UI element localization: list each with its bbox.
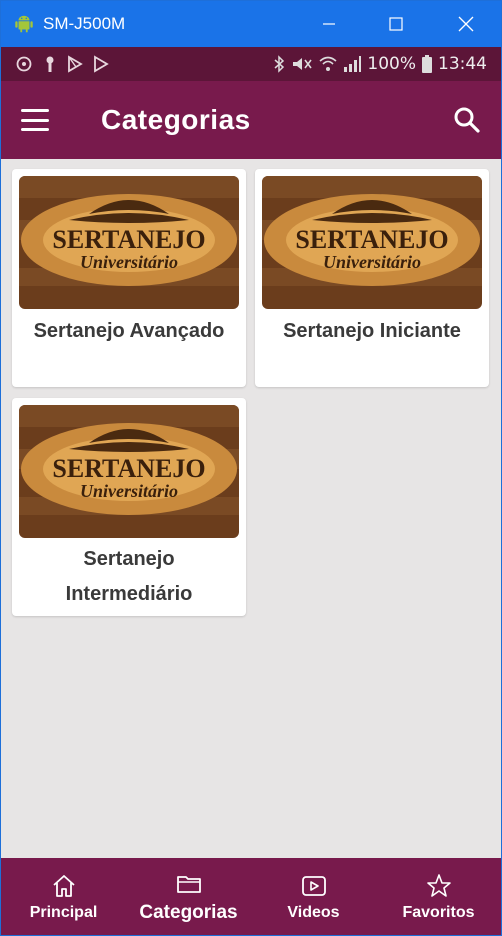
category-image: SERTANEJO Universitário bbox=[262, 176, 482, 309]
menu-icon-line bbox=[21, 109, 49, 112]
bluetooth-icon bbox=[274, 55, 285, 73]
category-label-line1: Sertanejo bbox=[83, 548, 175, 570]
category-grid: SERTANEJO Universitário Sertanejo Avança… bbox=[1, 159, 501, 858]
menu-icon-line bbox=[21, 128, 49, 131]
category-card[interactable]: SERTANEJO Universitário Sertanejo Avança… bbox=[12, 169, 246, 387]
menu-button[interactable] bbox=[21, 109, 49, 131]
window-titlebar: SM-J500M bbox=[1, 1, 501, 47]
close-button[interactable] bbox=[435, 1, 497, 47]
image-line1: SERTANEJO bbox=[52, 225, 205, 254]
category-label: Sertanejo Iniciante bbox=[283, 320, 461, 342]
video-icon bbox=[301, 875, 326, 896]
category-image: SERTANEJO Universitário bbox=[19, 405, 239, 538]
emulator-window: SM-J500M 100% 13:44 Categorias SERTANEJO… bbox=[0, 0, 502, 936]
wifi-icon bbox=[319, 56, 337, 71]
clock: 13:44 bbox=[438, 54, 487, 74]
image-line2: Universitário bbox=[323, 252, 421, 272]
nav-videos[interactable]: Videos bbox=[251, 858, 376, 935]
nav-label: Principal bbox=[29, 903, 98, 921]
category-image: SERTANEJO Universitário bbox=[19, 176, 239, 309]
close-icon bbox=[458, 16, 474, 32]
folder-icon bbox=[176, 875, 201, 893]
category-label-line2: Intermediário bbox=[65, 583, 193, 605]
nav-label: Favoritos bbox=[402, 903, 475, 921]
category-card[interactable]: SERTANEJO Universitário Sertanejo Interm… bbox=[12, 398, 246, 616]
minimize-icon bbox=[323, 23, 335, 25]
nav-categorias[interactable]: Categorias bbox=[126, 858, 251, 935]
key-icon bbox=[46, 56, 54, 72]
menu-icon-line bbox=[21, 118, 49, 122]
maximize-button[interactable] bbox=[365, 1, 427, 47]
battery-percent: 100% bbox=[367, 54, 416, 74]
nav-favoritos[interactable]: Favoritos bbox=[376, 858, 501, 935]
play-icon bbox=[94, 55, 109, 73]
app-bar: Categorias bbox=[1, 81, 501, 159]
nav-label: Videos bbox=[287, 903, 340, 921]
page-title: Categorias bbox=[101, 104, 251, 135]
category-card[interactable]: SERTANEJO Universitário Sertanejo Inicia… bbox=[255, 169, 489, 387]
image-line2: Universitário bbox=[80, 252, 178, 272]
mute-icon bbox=[293, 58, 313, 70]
play-store-icon bbox=[68, 55, 83, 73]
nav-label: Categorias bbox=[139, 901, 238, 923]
battery-icon bbox=[422, 55, 432, 73]
category-label: Sertanejo Avançado bbox=[33, 320, 225, 342]
android-icon bbox=[15, 15, 33, 33]
home-icon bbox=[52, 874, 75, 897]
sync-icon bbox=[16, 56, 32, 72]
window-title: SM-J500M bbox=[43, 14, 126, 33]
bottom-navigation: Principal Categorias Videos Favoritos bbox=[1, 858, 501, 935]
search-icon[interactable] bbox=[453, 106, 481, 134]
maximize-icon bbox=[389, 17, 403, 31]
status-bar: 100% 13:44 bbox=[1, 47, 501, 81]
minimize-button[interactable] bbox=[298, 1, 360, 47]
nav-principal[interactable]: Principal bbox=[1, 858, 126, 935]
image-line1: SERTANEJO bbox=[52, 454, 205, 483]
star-icon bbox=[426, 873, 451, 897]
category-label: Sertanejo Intermediário bbox=[12, 542, 246, 612]
signal-icon bbox=[344, 56, 362, 72]
image-line2: Universitário bbox=[80, 481, 178, 501]
image-line1: SERTANEJO bbox=[295, 225, 448, 254]
